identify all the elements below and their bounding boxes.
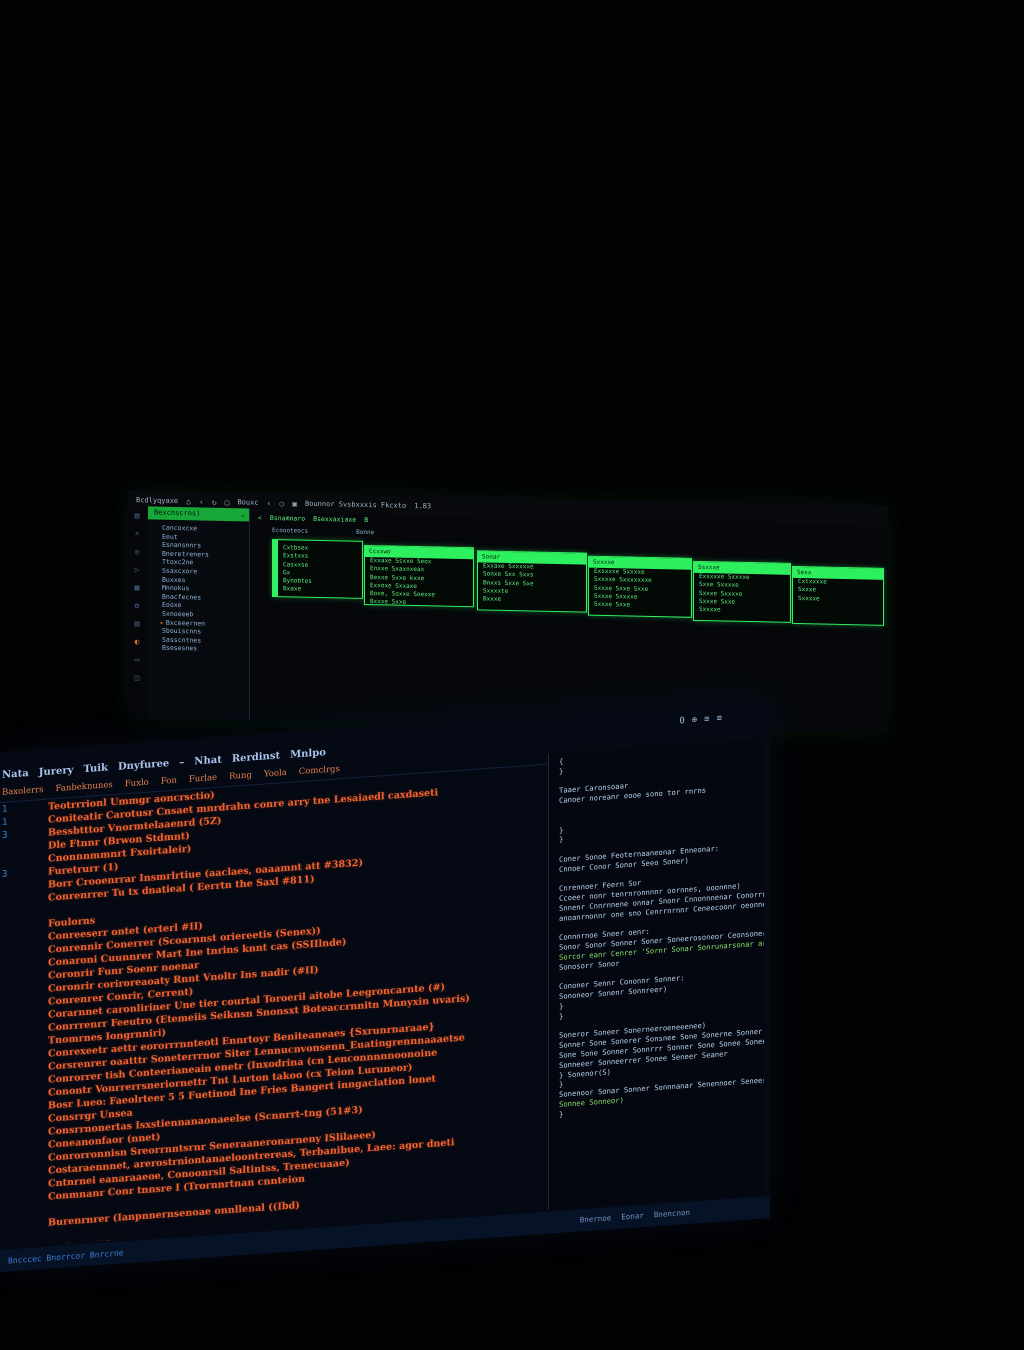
back-icon[interactable]: ‹ (199, 497, 204, 506)
editor-tab[interactable]: Furlae (189, 773, 217, 785)
title-path: Bounnor Svsbxxxis Fkcxto (305, 499, 407, 510)
kanban-column[interactable]: Ssxxxe Exsxxxe Sxxxxe Sxxe Sxxxxe Sxxxe Sxx… (693, 560, 791, 623)
status-item[interactable]: Bnernoe (580, 1213, 612, 1224)
sidebar-item-label: Sxnoeeeb (162, 609, 194, 619)
menu-item[interactable]: Nata (2, 767, 29, 780)
status-text: Bncccec Bnorrcor Bnrcrne (8, 1247, 124, 1265)
menu-item[interactable]: Dnyfuree (118, 758, 169, 773)
menu-icon[interactable]: ≡ (704, 714, 709, 724)
editor-tab[interactable]: Comclrgs (299, 764, 340, 777)
activity-rail: ▤ ⌕ ◎ ▷ ▦ ⚙ ▥ ◐ ▭ ◫ (128, 510, 146, 718)
prev-icon[interactable]: ‹ (267, 498, 272, 507)
editor-tab[interactable]: Fanbeknunes (55, 780, 112, 794)
title-counter: 1.83 (414, 501, 432, 511)
editor-tab[interactable]: Rung (229, 770, 252, 782)
explorer-icon[interactable]: ▤ (135, 511, 140, 520)
sidebar-header-label: Bexcnscros) (154, 508, 201, 518)
sidebar-item-label: Mnnokus (162, 583, 190, 593)
editor-tab[interactable]: Fuxlo (125, 778, 149, 790)
menu-item[interactable]: Jurery (39, 764, 74, 777)
folder-icon[interactable]: ▢ (225, 498, 230, 507)
top-monitor: Bcdlyqyaxe ⌂ ‹ ↻ ▢ Bouxc ‹ ○ ▣ Bounnor S… (128, 490, 888, 734)
menu-item[interactable]: Tuik (83, 762, 108, 775)
search-icon[interactable]: ⌕ (135, 529, 140, 538)
app-label: Bcdlyqyaxe (136, 496, 179, 506)
indicator-badge: B (364, 515, 369, 525)
column-header-row: Ecoooteocs Bonne (272, 527, 374, 536)
editor-tab[interactable]: Yoola (264, 768, 287, 780)
minimize-icon[interactable]: 0 (679, 716, 684, 726)
globe-icon[interactable]: ⊕ (692, 715, 697, 725)
source-control-icon[interactable]: ◎ (135, 547, 140, 556)
loop-icon[interactable]: ○ (279, 499, 284, 508)
sidebar-item-label: Bxceeernen (165, 618, 206, 628)
sidebar-item-label: Eeut (162, 532, 178, 541)
terminal-icon[interactable]: ▭ (135, 655, 140, 664)
kanban-column[interactable]: Cxtbsex Exstxxs Casxxse Gx Bynobtes Bxaxe (272, 539, 363, 599)
bottom-monitor: Nata Jurery Tuik Dnyfuree – Nhat Rerdinst Mnlpo… (0, 698, 770, 1272)
chevron-down-icon[interactable]: ⌄ (241, 508, 245, 521)
back-button[interactable]: < (258, 514, 262, 522)
kanban-card[interactable]: Bxaxe (278, 586, 362, 596)
nav-icon[interactable]: ⌂ (186, 497, 191, 506)
status-item[interactable]: Eonar (621, 1211, 644, 1222)
kanban-card[interactable]: Sxxxxe (694, 606, 790, 616)
extensions-icon[interactable]: ▦ (135, 583, 140, 592)
settings-icon[interactable]: ⚙ (135, 601, 140, 610)
document-icon: ▣ (292, 498, 298, 509)
sidebar-item[interactable]: Bsesesnes (148, 644, 249, 655)
breadcrumb-2[interactable]: Bsexxaxiaxe (313, 515, 356, 524)
kanban-column[interactable]: Sonar Exxaxe Sxxxxxe Sonxe Sxx Sxxs Bnxxs S… (477, 550, 587, 613)
sidebar-item-marker: ▸ (160, 618, 164, 627)
kanban-card[interactable]: Bxxxe Sxxe (365, 598, 473, 609)
menu-item[interactable]: Nhat (194, 754, 222, 767)
sidebar-list: Cancoxcxe Eeut Esnansnnrs Bneretreners Ttoxc… (148, 523, 249, 654)
sidebar-item-label: Cancoxcxe (162, 523, 198, 533)
editor-tab[interactable]: Baxolerrs (2, 785, 43, 798)
code-editor[interactable]: Teotrrrionl Ummgr aoncrsctio) Coniteatir … (48, 766, 548, 1244)
refresh-icon[interactable]: ↻ (212, 497, 217, 506)
kanban-column[interactable]: Sxxxxe Exsxxxe Sxxxxe Sxxxxe Sxxxxxxxe Sxxx… (588, 555, 692, 618)
account-icon[interactable]: ◫ (135, 673, 140, 682)
column-header: Bonne (356, 528, 375, 537)
sidebar-item-label: Bneretreners (162, 549, 209, 559)
warning-icon[interactable]: ◐ (135, 637, 140, 646)
kanban-card[interactable]: Sxxxxe (793, 595, 883, 605)
status-item[interactable]: Bnencnon (654, 1208, 690, 1220)
sidebar-item-label: Buxxes (162, 575, 186, 584)
menu-item[interactable]: Mnlpo (290, 747, 326, 761)
column-header: Ecoooteocs (272, 527, 309, 535)
kanban-card[interactable]: Bxxxe (478, 596, 586, 607)
line-number (0, 1334, 44, 1350)
status-right: Bnernoe Eonar Bnencnon (580, 1208, 690, 1225)
kanban-column[interactable]: Ccxxwo Exxaxe Ssxxe Seox Enxxe Sxaxnxeax Be… (364, 544, 474, 609)
sidebar-item-label: Esnansnnrs (162, 540, 202, 550)
top-sidebar: Bexcnscros) ⌄ Cancoxcxe Eeut Esnansnnrs Bne… (148, 506, 250, 721)
kanban-column[interactable]: Sexx Cxtxxxxe Sxxxe Sxxxxe (792, 565, 884, 626)
sidebar-item-label: Bsesesnes (162, 644, 198, 653)
layers-icon[interactable]: ▥ (135, 619, 140, 628)
sidebar-item-label: Ssaxcxore (162, 566, 198, 576)
breadcrumb-1[interactable]: Bsnamnaro (270, 514, 305, 523)
menu-item[interactable]: Rerdinst (232, 750, 280, 764)
sidebar-header[interactable]: Bexcnscros) ⌄ (148, 506, 249, 522)
side-panel[interactable]: {} Taaer Caronsoaar Canoer noreanr eooe so… (548, 738, 764, 1210)
line-number-gutter: 113 3 (0, 801, 44, 1248)
editor-tab[interactable]: Fon (161, 776, 177, 787)
kanban-board: Cxtbsex Exstxxs Casxxse Gx Bynobtes Bxaxe Ccxx… (272, 539, 884, 632)
title-tab[interactable]: Bouxc (237, 498, 258, 506)
sidebar-item-label: Eooxe (162, 601, 182, 610)
sidebar-item-label: Bnacfecnes (162, 592, 202, 602)
sidebar-item-label: Sasscntnes (162, 635, 202, 645)
sidebar-item-label: Ttoxc2ne (162, 558, 194, 567)
kanban-card[interactable]: Sxxxe Sxxe (589, 601, 691, 611)
sidebar-item-label: Sbouiscnns (162, 626, 202, 636)
menu-item[interactable]: – (179, 757, 184, 768)
menu-icon[interactable]: ≡ (717, 714, 722, 724)
run-icon[interactable]: ▷ (135, 565, 140, 574)
